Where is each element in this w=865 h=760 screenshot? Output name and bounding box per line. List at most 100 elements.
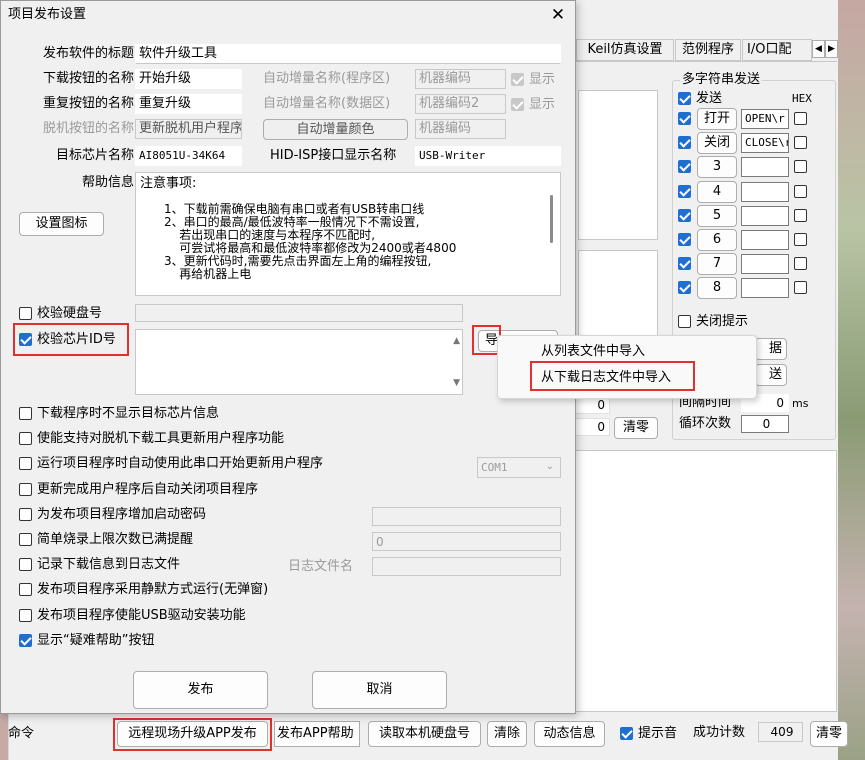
clear-button[interactable]: 清除 (487, 721, 527, 747)
multi-send-input[interactable] (741, 278, 789, 299)
target-chip-input[interactable]: AI8051U-34K64 (135, 146, 242, 166)
multi-send-input[interactable]: OPEN\r (741, 109, 789, 129)
publish-app-help-button[interactable]: 发布APP帮助 (274, 721, 360, 747)
multi-send-hex-checkbox[interactable] (794, 184, 807, 198)
clear2-button[interactable]: 清零 (810, 721, 848, 747)
multi-send-input[interactable] (741, 230, 789, 250)
bg-button-send[interactable]: 送 (755, 364, 787, 386)
multi-send-button[interactable]: 打开 (697, 108, 737, 130)
hid-isp-input[interactable]: USB-Writer (415, 146, 561, 166)
option-checkbox[interactable] (19, 558, 32, 572)
multi-send-button[interactable]: 3 (697, 156, 737, 179)
multi-send-checkbox[interactable] (678, 281, 691, 295)
chip-id-scroll-down-icon[interactable]: ▼ (453, 378, 460, 388)
multi-send-hex-checkbox[interactable] (794, 281, 807, 295)
close-tip-checkbox[interactable] (678, 315, 691, 328)
multi-send-input[interactable] (741, 181, 789, 202)
download-btn-name-label: 下载按钮的名称 (42, 71, 134, 86)
multi-send-button[interactable]: 8 (697, 277, 737, 300)
tab-examples[interactable]: 范例程序 (675, 39, 741, 61)
send-checkbox[interactable] (678, 92, 691, 105)
bg-panel-upper (578, 90, 658, 240)
option-row[interactable]: 为发布项目程序增加启动密码 (19, 505, 369, 525)
multi-send-checkbox[interactable] (678, 112, 691, 125)
multi-send-hex-checkbox[interactable] (794, 136, 807, 150)
loop-input[interactable]: 0 (741, 415, 789, 433)
close-tip-row[interactable]: 关闭提示 (678, 312, 768, 332)
multi-send-checkbox[interactable] (678, 160, 691, 174)
success-count-label: 成功计数 (693, 725, 746, 740)
option-row[interactable]: 简单烧录上限次数已满提醒 (19, 530, 369, 550)
software-title-input[interactable]: 软件升级工具 (135, 44, 561, 64)
multi-send-button[interactable]: 关闭 (697, 132, 737, 155)
help-scrollbar[interactable] (543, 173, 560, 295)
multi-send-hex-checkbox[interactable] (794, 233, 807, 246)
multi-send-hex-checkbox[interactable] (794, 257, 807, 271)
set-icon-button[interactable]: 设置图标 (19, 212, 104, 236)
download-btn-name-input[interactable]: 开始升级 (135, 69, 242, 89)
multi-send-checkbox[interactable] (678, 208, 691, 222)
chip-id-list[interactable]: ▲ ▼ (135, 329, 463, 395)
multi-send-button[interactable]: 5 (697, 204, 737, 227)
multi-send-checkbox[interactable] (678, 233, 691, 246)
option-checkbox[interactable] (19, 533, 32, 546)
help-scroll-thumb[interactable] (550, 195, 553, 243)
tab-scroll-right-icon[interactable]: ▶ (825, 40, 838, 58)
multi-send-checkbox[interactable] (678, 184, 691, 198)
multi-send-hex-checkbox[interactable] (794, 160, 807, 174)
offline-btn-name-label: 脱机按钮的名称 (42, 121, 134, 136)
beep-row[interactable]: 提示音 (620, 724, 690, 744)
import-from-list-item[interactable]: 从列表文件中导入 (541, 343, 645, 361)
help-info-label: 帮助信息 (81, 175, 134, 190)
option-row[interactable]: 更新完成用户程序后自动关闭项目程序 (19, 480, 369, 500)
multi-send-button[interactable]: 4 (697, 180, 737, 203)
option-checkbox[interactable] (19, 457, 32, 471)
help-info-textarea[interactable]: 注意事项: 1、下载前需确保电脑有串口或者有USB转串口线 2、串口的最高/最低波… (135, 172, 561, 296)
option-checkbox[interactable] (19, 608, 32, 622)
multi-send-checkbox[interactable] (678, 136, 691, 150)
option-checkbox[interactable] (19, 432, 32, 446)
option-checkbox[interactable] (19, 407, 32, 420)
tab-io-config[interactable]: I/O口配 (742, 39, 812, 61)
multi-send-button[interactable]: 6 (697, 229, 737, 251)
multi-send-input[interactable] (741, 254, 789, 275)
verify-disk-checkbox[interactable] (19, 307, 32, 320)
help-lines: 1、下载前需确保电脑有串口或者有USB转串口线 2、串口的最高/最低波特率一般情况… (164, 203, 456, 281)
verify-disk-row[interactable]: 校验硬盘号 (19, 304, 129, 324)
tab-scroll-left-icon[interactable]: ◀ (812, 40, 825, 58)
option-checkbox[interactable] (19, 583, 32, 597)
multi-send-input[interactable] (741, 205, 789, 226)
option-row[interactable]: 发布项目程序使能USB驱动安装功能 (19, 606, 369, 626)
repeat-btn-name-input[interactable]: 重复升级 (135, 94, 242, 114)
beep-checkbox[interactable] (620, 727, 633, 740)
tab-keil-sim[interactable]: Keil仿真设置 (576, 39, 674, 61)
target-chip-label: 目标芯片名称 (55, 148, 134, 163)
bg-button-data[interactable]: 据 (755, 338, 787, 360)
option-checkbox[interactable] (19, 633, 32, 647)
option-row[interactable]: 下载程序时不显示目标芯片信息 (19, 404, 369, 424)
desktop-wallpaper-right (837, 0, 865, 760)
option-row[interactable]: 运行项目程序时自动使用此串口开始更新用户程序 (19, 454, 369, 474)
option-checkbox[interactable] (19, 482, 32, 496)
chip-id-scroll-up-icon[interactable]: ▲ (453, 336, 460, 346)
com-port-select: COM1 ⌄ (477, 457, 561, 478)
publish-button[interactable]: 发布 (133, 671, 268, 709)
help-line: 再给机器上电 (164, 267, 252, 281)
bg-clear-button[interactable]: 清零 (614, 417, 658, 439)
loop-label: 循环次数 (679, 416, 732, 431)
option-row[interactable]: 显示“疑难帮助”按钮 (19, 631, 369, 651)
read-disk-button[interactable]: 读取本机硬盘号 (368, 721, 481, 747)
send-checkbox-row[interactable]: 发送 (678, 89, 738, 109)
multi-send-button[interactable]: 7 (697, 253, 737, 276)
multi-send-checkbox[interactable] (678, 257, 691, 271)
multi-send-input[interactable]: CLOSE\r (741, 133, 789, 154)
multi-send-hex-checkbox[interactable] (794, 208, 807, 222)
option-checkbox[interactable] (19, 507, 32, 521)
cancel-button[interactable]: 取消 (312, 671, 447, 709)
multi-send-hex-checkbox[interactable] (794, 112, 807, 125)
option-row[interactable]: 使能支持对脱机下载工具更新用户程序功能 (19, 429, 369, 449)
multi-send-input[interactable] (741, 157, 789, 178)
close-icon[interactable]: ✕ (546, 4, 570, 26)
option-row[interactable]: 发布项目程序采用静默方式运行(无弹窗) (19, 580, 369, 600)
dynamic-info-button[interactable]: 动态信息 (534, 721, 605, 747)
